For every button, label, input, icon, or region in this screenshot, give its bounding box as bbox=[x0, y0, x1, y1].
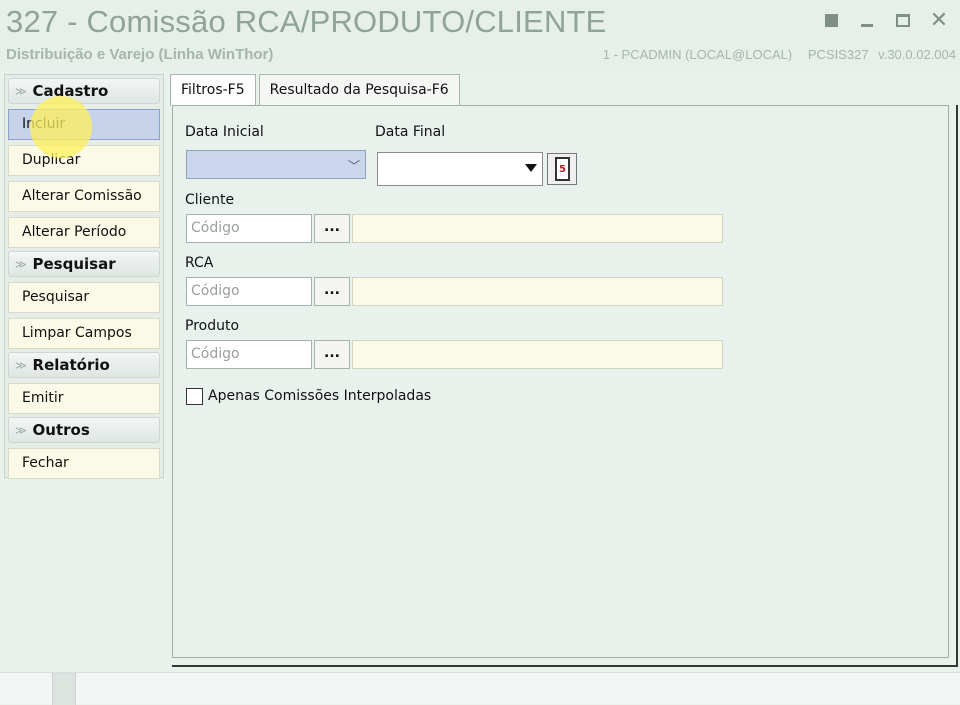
group-cadastro: ≫ Cadastro Incluir Duplicar Alterar Comis… bbox=[8, 78, 160, 248]
cliente-search-button[interactable]: ... bbox=[314, 214, 350, 243]
cliente-description-field bbox=[352, 214, 723, 243]
tab-resultado[interactable]: Resultado da Pesquisa-F6 bbox=[258, 74, 460, 105]
produto-search-button[interactable]: ... bbox=[314, 340, 350, 369]
window-subtitle: Distribuição e Varejo (Linha WinThor) bbox=[6, 46, 274, 63]
calendar-icon bbox=[555, 157, 570, 181]
fechar-button[interactable]: Fechar bbox=[8, 448, 160, 479]
data-final-label: Data Final bbox=[375, 124, 446, 140]
chevron-double-down-icon: ≫ bbox=[15, 423, 27, 437]
group-header-relatorio[interactable]: ≫ Relatório bbox=[8, 352, 160, 378]
data-final-input[interactable] bbox=[377, 152, 543, 186]
sidebar: ≫ Cadastro Incluir Duplicar Alterar Comis… bbox=[4, 74, 164, 479]
group-pesquisar: ≫ Pesquisar Pesquisar Limpar Campos bbox=[8, 251, 160, 349]
status-bar bbox=[0, 672, 960, 705]
program-label: PCSIS327 bbox=[807, 47, 869, 62]
maximize-button[interactable] bbox=[892, 8, 914, 32]
chevron-double-down-icon: ≫ bbox=[15, 257, 27, 271]
chevron-double-down-icon: ≫ bbox=[15, 84, 27, 98]
rca-search-button[interactable]: ... bbox=[314, 277, 350, 306]
user-label: 1 - PCADMIN (LOCAL@LOCAL) bbox=[602, 47, 793, 62]
produto-code-input[interactable]: Código bbox=[186, 340, 312, 369]
version-label: v.30.0.02.004 bbox=[878, 47, 956, 62]
main-window: 327 - Comissão RCA/PRODUTO/CLIENTE Distr… bbox=[0, 0, 960, 672]
window-controls: ✕ bbox=[820, 8, 950, 32]
group-header-cadastro[interactable]: ≫ Cadastro bbox=[8, 78, 160, 104]
restore-icon bbox=[824, 14, 838, 27]
alterar-comissao-button[interactable]: Alterar Comissão bbox=[8, 181, 160, 212]
close-button[interactable]: ✕ bbox=[928, 8, 950, 32]
session-info: 1 - PCADMIN (LOCAL@LOCAL) PCSIS327 v.30.… bbox=[591, 47, 956, 62]
interpoladas-label[interactable]: Apenas Comissões Interpoladas bbox=[208, 388, 431, 404]
limpar-campos-button[interactable]: Limpar Campos bbox=[8, 318, 160, 349]
rca-description-field bbox=[352, 277, 723, 306]
incluir-button[interactable]: Incluir bbox=[8, 109, 160, 140]
produto-label: Produto bbox=[185, 318, 240, 334]
group-header-pesquisar[interactable]: ≫ Pesquisar bbox=[8, 251, 160, 277]
rca-label: RCA bbox=[185, 255, 214, 271]
restore-button[interactable] bbox=[820, 8, 842, 32]
interpoladas-checkbox[interactable] bbox=[186, 388, 203, 405]
maximize-icon bbox=[896, 14, 910, 27]
minimize-icon bbox=[861, 24, 873, 27]
minimize-button[interactable] bbox=[856, 8, 878, 32]
rca-code-input[interactable]: Código bbox=[186, 277, 312, 306]
duplicar-button[interactable]: Duplicar bbox=[8, 145, 160, 176]
group-outros: ≫ Outros Fechar bbox=[8, 417, 160, 479]
tab-filtros[interactable]: Filtros-F5 bbox=[170, 74, 256, 106]
group-header-outros[interactable]: ≫ Outros bbox=[8, 417, 160, 443]
data-inicial-label: Data Inicial bbox=[185, 124, 264, 140]
cliente-label: Cliente bbox=[185, 192, 235, 208]
data-inicial-select[interactable]: ﹀ bbox=[186, 150, 366, 179]
emitir-button[interactable]: Emitir bbox=[8, 383, 160, 414]
produto-description-field bbox=[352, 340, 723, 369]
window-title: 327 - Comissão RCA/PRODUTO/CLIENTE bbox=[6, 4, 607, 39]
calendar-button[interactable] bbox=[547, 153, 577, 185]
chevron-down-icon: ﹀ bbox=[347, 159, 360, 173]
filters-panel bbox=[172, 105, 949, 658]
chevron-double-down-icon: ≫ bbox=[15, 358, 27, 372]
splitter-handle[interactable] bbox=[52, 673, 76, 705]
alterar-periodo-button[interactable]: Alterar Período bbox=[8, 217, 160, 248]
dropdown-arrow-icon[interactable] bbox=[525, 164, 537, 172]
close-icon: ✕ bbox=[929, 8, 949, 33]
group-relatorio: ≫ Relatório Emitir bbox=[8, 352, 160, 414]
title-bar: 327 - Comissão RCA/PRODUTO/CLIENTE Distr… bbox=[0, 0, 960, 70]
pesquisar-button[interactable]: Pesquisar bbox=[8, 282, 160, 313]
tab-bar: Filtros-F5 Resultado da Pesquisa-F6 bbox=[170, 74, 463, 106]
cliente-code-input[interactable]: Código bbox=[186, 214, 312, 243]
